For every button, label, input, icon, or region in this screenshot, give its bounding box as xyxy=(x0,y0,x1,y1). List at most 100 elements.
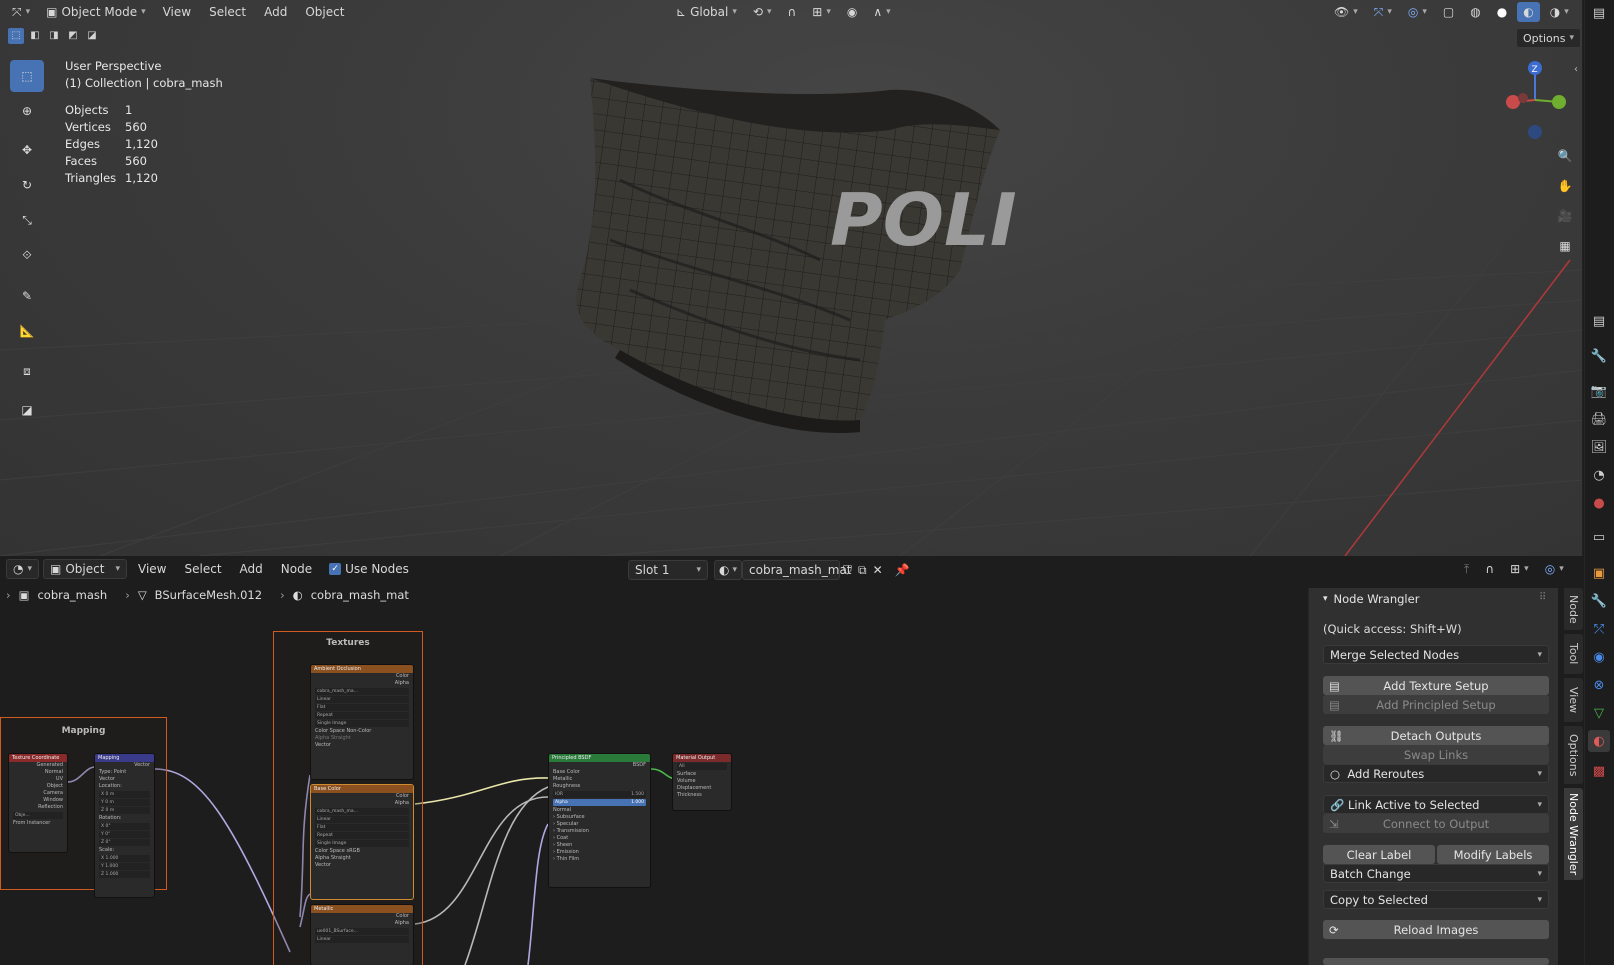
view-layer-icon[interactable]: 🖼 xyxy=(1588,436,1610,458)
overlay-toggle[interactable]: ◎ ▾ xyxy=(1402,2,1433,22)
vector-field[interactable]: X 1.000 xyxy=(99,855,150,862)
shading-material[interactable]: ◐ xyxy=(1517,2,1540,22)
panel-subsurface[interactable]: › Subsurface xyxy=(549,814,650,821)
editor-type-button[interactable]: ⤧ ▾ xyxy=(6,2,36,22)
scene-properties-icon[interactable]: ◔ xyxy=(1588,464,1610,486)
reload-images-button[interactable]: ⟳ Reload Images xyxy=(1323,920,1549,939)
menu-object[interactable]: Object xyxy=(298,5,351,19)
node-image-ao[interactable]: Ambient Occlusion Color Alpha cobra_mash… xyxy=(310,664,414,780)
image-field[interactable]: cobra_mash_ma... xyxy=(315,808,409,815)
select-extend-icon[interactable]: ◧ xyxy=(27,28,43,44)
source-field[interactable]: Single Image xyxy=(315,840,409,847)
annotate-tool[interactable]: ✎ xyxy=(10,280,44,312)
options-dropdown[interactable]: Options ▾ xyxy=(1516,28,1581,48)
extension-field[interactable]: Repeat xyxy=(315,832,409,839)
output-properties-icon[interactable]: 🖨 xyxy=(1588,408,1610,430)
ortho-toggle-button[interactable]: ▦ xyxy=(1552,233,1578,259)
cursor-tool[interactable]: ⊕ xyxy=(10,95,44,127)
tab-options[interactable]: Options xyxy=(1564,726,1583,784)
visibility-dropdown[interactable]: 👁 ▾ xyxy=(1328,2,1364,22)
camera-view-button[interactable]: 🎥 xyxy=(1552,203,1578,229)
type-value[interactable]: Point xyxy=(114,769,126,775)
move-tool[interactable]: ✥ xyxy=(10,134,44,166)
interpolation-field[interactable]: Linear xyxy=(315,696,409,703)
node-image-metallic[interactable]: Metallic Color Alpha ue001_BSurface... L… xyxy=(310,904,414,965)
vector-field[interactable]: X 0 m xyxy=(99,791,150,798)
extension-field[interactable]: Repeat xyxy=(315,712,409,719)
panel-sheen[interactable]: › Sheen xyxy=(549,842,650,849)
vector-field[interactable]: Y 1.000 xyxy=(99,863,150,870)
vector-field[interactable]: Z 1.000 xyxy=(99,871,150,878)
tool-properties-icon[interactable]: 🔧 xyxy=(1588,345,1610,367)
detach-outputs-button[interactable]: ⛓ Detach Outputs xyxy=(1323,726,1549,745)
vector-field[interactable]: Z 0 m xyxy=(99,807,150,814)
panel-specular[interactable]: › Specular xyxy=(549,821,650,828)
drag-handle-icon[interactable]: ⠿ xyxy=(1539,592,1546,603)
connect-to-output-button[interactable]: ⇲ Connect to Output xyxy=(1323,814,1549,833)
modifier-properties-icon[interactable]: 🔧 xyxy=(1588,590,1610,612)
data-properties-icon[interactable]: ▽ xyxy=(1588,702,1610,724)
ior-field[interactable]: IOR 1.500 xyxy=(553,791,646,798)
falloff-dropdown[interactable]: ∧ ▾ xyxy=(867,2,896,22)
add-cube-tool[interactable]: ⧈ xyxy=(10,355,44,387)
node-texture-coordinate[interactable]: Texture Coordinate Generated Normal UV O… xyxy=(8,753,68,853)
vector-field[interactable]: Y 0 m xyxy=(99,799,150,806)
cobra-mask-mesh[interactable]: POLI xyxy=(560,60,1040,450)
batch-change-dropdown[interactable]: Batch Change ▾ xyxy=(1323,864,1549,883)
proportional-toggle[interactable]: ◉ xyxy=(841,2,863,22)
panel-header[interactable]: ▾ Node Wrangler xyxy=(1323,592,1419,606)
colorspace-row[interactable]: Color Space Non-Color xyxy=(311,728,413,735)
pivot-dropdown[interactable]: ⟲ ▾ xyxy=(747,2,778,22)
vector-field[interactable]: X 0° xyxy=(99,823,150,830)
mode-dropdown[interactable]: ▣ Object Mode ▾ xyxy=(40,2,151,22)
add-reroutes-dropdown[interactable]: ○ Add Reroutes ▾ xyxy=(1323,764,1549,783)
snap-toggle[interactable]: ∩ xyxy=(781,2,802,22)
snap-target-dropdown[interactable]: ⊞ ▾ xyxy=(1504,559,1535,579)
target-field[interactable]: All xyxy=(677,763,727,770)
texture-properties-icon[interactable]: ▩ xyxy=(1588,760,1610,782)
panel-transmission[interactable]: › Transmission xyxy=(549,828,650,835)
constraints-icon[interactable]: ⊗ xyxy=(1588,674,1610,696)
tab-node-wrangler[interactable]: Node Wrangler xyxy=(1564,788,1583,880)
render-properties-icon[interactable]: 📷 xyxy=(1588,380,1610,402)
image-tool[interactable]: ◪ xyxy=(10,394,44,426)
projection-field[interactable]: Flat xyxy=(315,704,409,711)
modify-labels-button[interactable]: Modify Labels xyxy=(1437,845,1549,864)
menu-view[interactable]: View xyxy=(156,5,198,19)
orientation-dropdown[interactable]: ⊾ Global ▾ xyxy=(670,2,743,22)
object-field[interactable]: Obje... xyxy=(13,812,63,819)
panel-coat[interactable]: › Coat xyxy=(549,835,650,842)
gizmo-toggle[interactable]: ⤧ ▾ xyxy=(1368,2,1398,22)
tab-node[interactable]: Node xyxy=(1564,588,1583,630)
sidebar-toggle-icon[interactable]: ‹ xyxy=(1574,64,1578,75)
transform-tool[interactable]: ⟐ xyxy=(10,239,44,271)
swap-links-button[interactable]: Swap Links xyxy=(1323,745,1549,764)
shading-wireframe[interactable]: ◍ xyxy=(1464,2,1486,22)
node-material-output[interactable]: Material Output All Surface Volume Displ… xyxy=(672,753,732,811)
scale-tool[interactable]: ⤡ xyxy=(10,204,44,236)
interpolation-field[interactable]: Linear xyxy=(315,816,409,823)
object-properties-icon[interactable]: ▣ xyxy=(1588,562,1610,584)
world-properties-icon[interactable]: ● xyxy=(1588,492,1610,514)
select-new-icon[interactable]: ⬚ xyxy=(8,28,24,44)
xray-toggle[interactable]: ▢ xyxy=(1437,2,1460,22)
next-button-partial[interactable] xyxy=(1323,958,1549,965)
link-active-dropdown[interactable]: 🔗 Link Active to Selected ▾ xyxy=(1323,795,1549,814)
node-image-base-color[interactable]: Base Color Color Alpha cobra_mash_ma... … xyxy=(310,784,414,900)
panel-emission[interactable]: › Emission xyxy=(549,849,650,856)
interpolation-field[interactable]: Linear xyxy=(315,936,409,943)
select-intersect-icon[interactable]: ◪ xyxy=(84,28,100,44)
particles-icon[interactable]: ⤱ xyxy=(1588,618,1610,640)
colorspace-row[interactable]: Color Space sRGB xyxy=(311,848,413,855)
source-field[interactable]: Single Image xyxy=(315,720,409,727)
rotate-tool[interactable]: ↻ xyxy=(10,169,44,201)
projection-field[interactable]: Flat xyxy=(315,824,409,831)
vector-field[interactable]: Y 0° xyxy=(99,831,150,838)
image-field[interactable]: cobra_mash_ma... xyxy=(315,688,409,695)
measure-tool[interactable]: 📐 xyxy=(10,315,44,347)
navigation-gizmo[interactable]: Z xyxy=(1497,58,1567,144)
tab-tool[interactable]: Tool xyxy=(1564,634,1583,674)
pan-button[interactable]: ✋ xyxy=(1552,173,1578,199)
snap-icon[interactable]: ∩ xyxy=(1479,559,1500,579)
select-invert-icon[interactable]: ◩ xyxy=(65,28,81,44)
